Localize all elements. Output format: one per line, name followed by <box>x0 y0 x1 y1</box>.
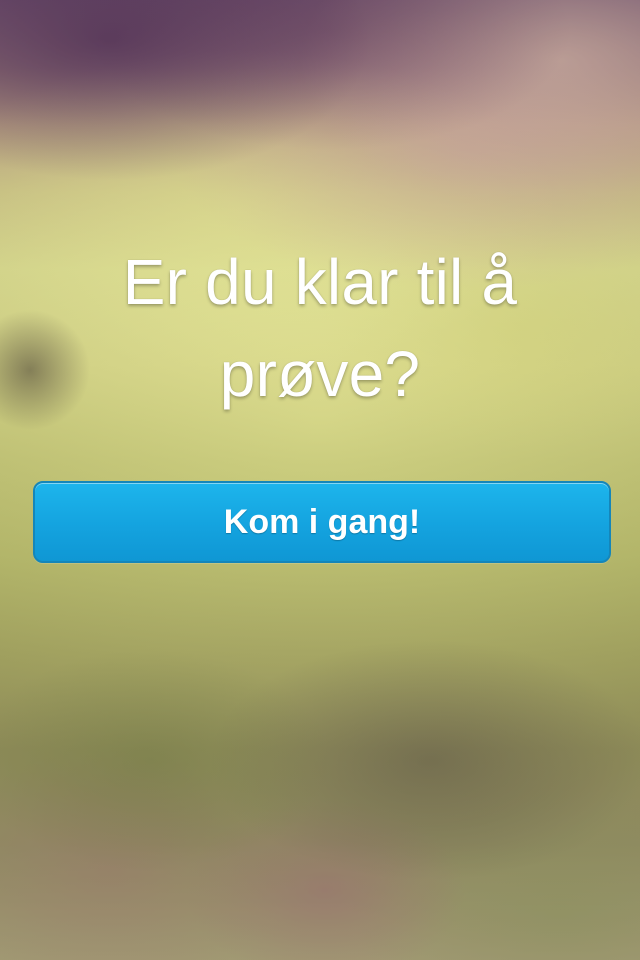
onboarding-headline: Er du klar til å prøve? <box>0 236 640 420</box>
get-started-button[interactable]: Kom i gang! <box>33 481 611 563</box>
onboarding-screen: Er du klar til å prøve? Kom i gang! <box>0 0 640 960</box>
headline-line-1: Er du klar til å <box>122 246 518 318</box>
background-vignette <box>0 0 640 960</box>
headline-line-2: prøve? <box>219 338 421 410</box>
